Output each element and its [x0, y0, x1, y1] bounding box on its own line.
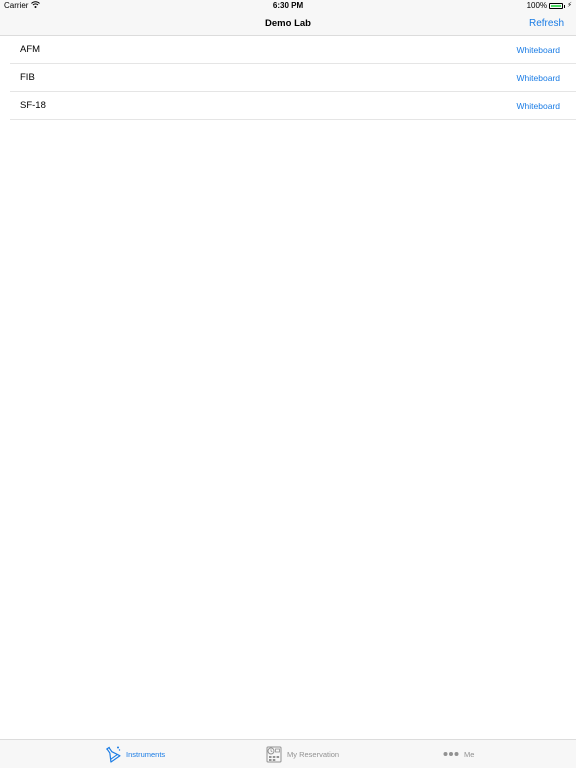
flask-icon [103, 745, 121, 763]
whiteboard-button[interactable]: Whiteboard [517, 92, 560, 120]
instrument-row-sf-18[interactable]: SF-18 Whiteboard [10, 92, 576, 120]
charging-bolt-icon: ⚡ [567, 2, 572, 9]
tab-label: My Reservation [287, 749, 340, 759]
battery-icon [549, 3, 564, 9]
instrument-name: FIB [20, 72, 35, 83]
whiteboard-button[interactable]: Whiteboard [517, 36, 560, 64]
page-title: Demo Lab [265, 18, 311, 29]
instrument-row-fib[interactable]: FIB Whiteboard [10, 64, 576, 92]
more-dots-icon [443, 751, 459, 757]
refresh-button[interactable]: Refresh [529, 12, 564, 36]
calendar-icon [266, 745, 282, 763]
navigation-bar: Demo Lab Refresh [0, 12, 576, 36]
tab-me[interactable]: Me [443, 740, 474, 768]
tab-bar: Instruments My Reservation Me [0, 739, 576, 768]
tab-label: Instruments [126, 749, 166, 759]
tab-instruments[interactable]: Instruments [103, 740, 165, 768]
instrument-list: AFM Whiteboard FIB Whiteboard SF-18 Whit… [0, 36, 576, 120]
status-right: 100% ⚡ [527, 0, 572, 12]
tab-my-reservation[interactable]: My Reservation [266, 740, 339, 768]
whiteboard-button[interactable]: Whiteboard [517, 64, 560, 92]
status-time: 6:30 PM [272, 1, 304, 10]
status-bar: Carrier 6:30 PM 100% ⚡ [0, 0, 576, 12]
instrument-name: AFM [20, 44, 41, 55]
battery-percentage: 100% [526, 1, 548, 10]
instrument-row-afm[interactable]: AFM Whiteboard [10, 36, 576, 64]
instrument-name: SF-18 [20, 100, 46, 111]
tab-label: Me [464, 749, 475, 759]
battery-tip [564, 4, 566, 8]
